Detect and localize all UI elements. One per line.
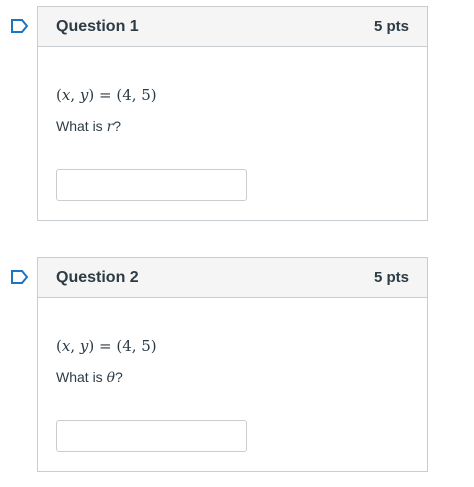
prompt-variable: θ (106, 370, 116, 386)
question-title: Question 1 (56, 17, 139, 35)
question-points: 5 pts (373, 269, 409, 286)
flag-question-2-icon[interactable] (10, 269, 30, 285)
question-title: Question 2 (56, 268, 139, 286)
question-body: (x, y) = (4, 5) What is θ? (38, 298, 427, 471)
question-header: Question 2 5 pts (38, 258, 427, 298)
answer-input[interactable] (56, 169, 247, 201)
math-var-y: y (79, 337, 89, 355)
question-math: (x, y) = (4, 5) (56, 337, 157, 355)
math-rhs: = (4, 5) (99, 337, 157, 355)
question-body: (x, y) = (4, 5) What is r? (38, 47, 427, 220)
math-sep: , (70, 337, 76, 355)
answer-input[interactable] (56, 420, 247, 452)
question-points: 5 pts (373, 18, 409, 35)
question-card-1: Question 1 5 pts (x, y) = (4, 5) What is… (37, 6, 428, 221)
question-card-2: Question 2 5 pts (x, y) = (4, 5) What is… (37, 257, 428, 472)
prompt-text: What is (56, 369, 107, 385)
math-rhs: = (4, 5) (99, 86, 157, 104)
question-prompt: What is θ? (56, 368, 409, 387)
math-sep: , (70, 86, 76, 104)
question-prompt: What is r? (56, 117, 409, 136)
question-header: Question 1 5 pts (38, 7, 427, 47)
prompt-text: What is (56, 118, 107, 134)
question-math: (x, y) = (4, 5) (56, 86, 157, 104)
prompt-end: ? (115, 369, 123, 385)
math-var-y: y (79, 86, 89, 104)
prompt-end: ? (113, 118, 122, 134)
flag-question-1-icon[interactable] (10, 18, 30, 34)
